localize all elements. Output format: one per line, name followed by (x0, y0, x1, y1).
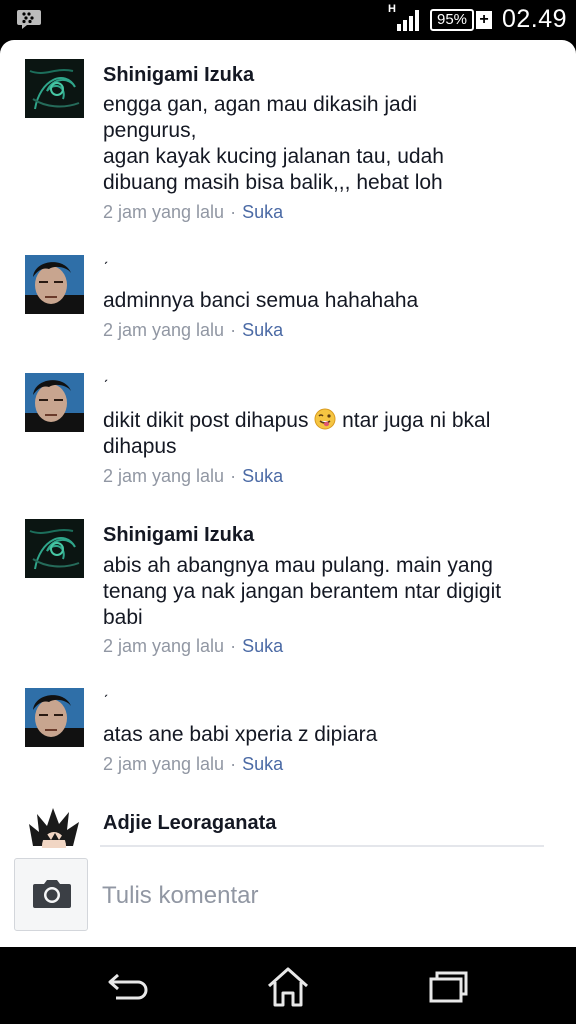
recent-apps-icon[interactable] (426, 965, 470, 1009)
comment-text: adminnya banci semua hahahaha (103, 288, 553, 314)
comment-composer (0, 848, 576, 947)
composer-divider (100, 845, 544, 847)
comment-input[interactable] (102, 876, 542, 916)
comment-author[interactable]: ˏ (103, 681, 108, 699)
comment-line: pengurus, (103, 119, 197, 142)
avatar[interactable] (25, 806, 84, 848)
status-bar: H 95% + 02.49 (0, 0, 576, 38)
avatar[interactable] (25, 373, 84, 432)
comment-text-part: ntar juga ni bkal (336, 409, 491, 432)
like-button[interactable]: Suka (242, 754, 283, 774)
comment-line: babi (103, 606, 143, 629)
network-type-label: H (388, 3, 396, 15)
meta-separator: · (230, 754, 237, 774)
comment-timestamp: 2 jam yang lalu (103, 466, 225, 486)
comment-author[interactable]: ˏ (103, 366, 108, 384)
anime-spiky-hair-avatar-image (25, 806, 84, 848)
home-icon[interactable] (266, 965, 310, 1009)
avatar[interactable] (25, 519, 84, 578)
comment-meta: 2 jam yang lalu · Suka (103, 202, 283, 223)
dark-green-art-avatar-image (25, 59, 84, 118)
comment-line: dibuang masih bisa balik,,, hebat loh (103, 171, 443, 194)
comment-text: atas ane babi xperia z dipiara (103, 722, 553, 748)
comment-timestamp: 2 jam yang lalu (103, 754, 225, 774)
like-button[interactable]: Suka (242, 202, 283, 222)
comment-timestamp: 2 jam yang lalu (103, 202, 225, 222)
navigation-bar (0, 947, 576, 1024)
comment-line: atas ane babi xperia z dipiara (103, 723, 378, 746)
camera-icon (33, 880, 71, 908)
back-icon[interactable] (106, 965, 150, 1009)
comment-author[interactable]: ˏ (103, 248, 108, 266)
comment-timestamp: 2 jam yang lalu (103, 320, 225, 340)
comment-timestamp: 2 jam yang lalu (103, 636, 225, 656)
comment-line: dikit dikit post dihapus ntar juga ni bk… (103, 408, 553, 434)
comment-line: dihapus (103, 435, 177, 458)
comment-text: engga gan, agan mau dikasih jadi penguru… (103, 92, 553, 196)
comment-line: agan kayak kucing jalanan tau, udah (103, 145, 444, 168)
meta-separator: · (230, 466, 237, 486)
meta-separator: · (230, 636, 237, 656)
comment-text: abis ah abangnya mau pulang. main yang t… (103, 553, 553, 631)
comments-panel: Shinigami Izuka engga gan, agan mau dika… (0, 40, 576, 947)
meta-separator: · (230, 202, 237, 222)
comment-text-part: dikit dikit post dihapus (103, 409, 315, 432)
comment-line: abis ah abangnya mau pulang. main yang (103, 554, 493, 577)
comment-author[interactable]: Adjie Leoraganata (103, 812, 276, 835)
man-portrait-avatar-image (25, 373, 84, 432)
comment-author[interactable]: Shinigami Izuka (103, 64, 254, 87)
battery-percent: 95% (430, 9, 474, 31)
avatar[interactable] (25, 688, 84, 747)
comment-text: dikit dikit post dihapus ntar juga ni bk… (103, 408, 553, 460)
comment-meta: 2 jam yang lalu · Suka (103, 320, 283, 341)
avatar[interactable] (25, 255, 84, 314)
dark-green-art-avatar-image (25, 519, 84, 578)
comment-line: engga gan, agan mau dikasih jadi (103, 93, 418, 116)
meta-separator: · (230, 320, 237, 340)
comment-meta: 2 jam yang lalu · Suka (103, 754, 283, 775)
comment-line: adminnya banci semua hahahaha (103, 289, 419, 312)
winking-tongue-emoji-icon (314, 408, 336, 430)
like-button[interactable]: Suka (242, 320, 283, 340)
camera-button[interactable] (14, 858, 88, 931)
comment-list: Shinigami Izuka engga gan, agan mau dika… (0, 40, 576, 848)
avatar[interactable] (25, 59, 84, 118)
bbm-notification-icon (17, 10, 41, 29)
battery-indicator: 95% + (430, 9, 492, 31)
signal-strength-icon (397, 10, 419, 31)
comment-meta: 2 jam yang lalu · Suka (103, 636, 283, 657)
status-clock: 02.49 (502, 5, 568, 33)
man-portrait-avatar-image (25, 255, 84, 314)
comment-author[interactable]: Shinigami Izuka (103, 524, 254, 547)
battery-charging-plus: + (476, 11, 492, 29)
comment-line: tenang ya nak jangan berantem ntar digig… (103, 580, 502, 603)
comment-meta: 2 jam yang lalu · Suka (103, 466, 283, 487)
like-button[interactable]: Suka (242, 466, 283, 486)
like-button[interactable]: Suka (242, 636, 283, 656)
man-portrait-avatar-image (25, 688, 84, 747)
